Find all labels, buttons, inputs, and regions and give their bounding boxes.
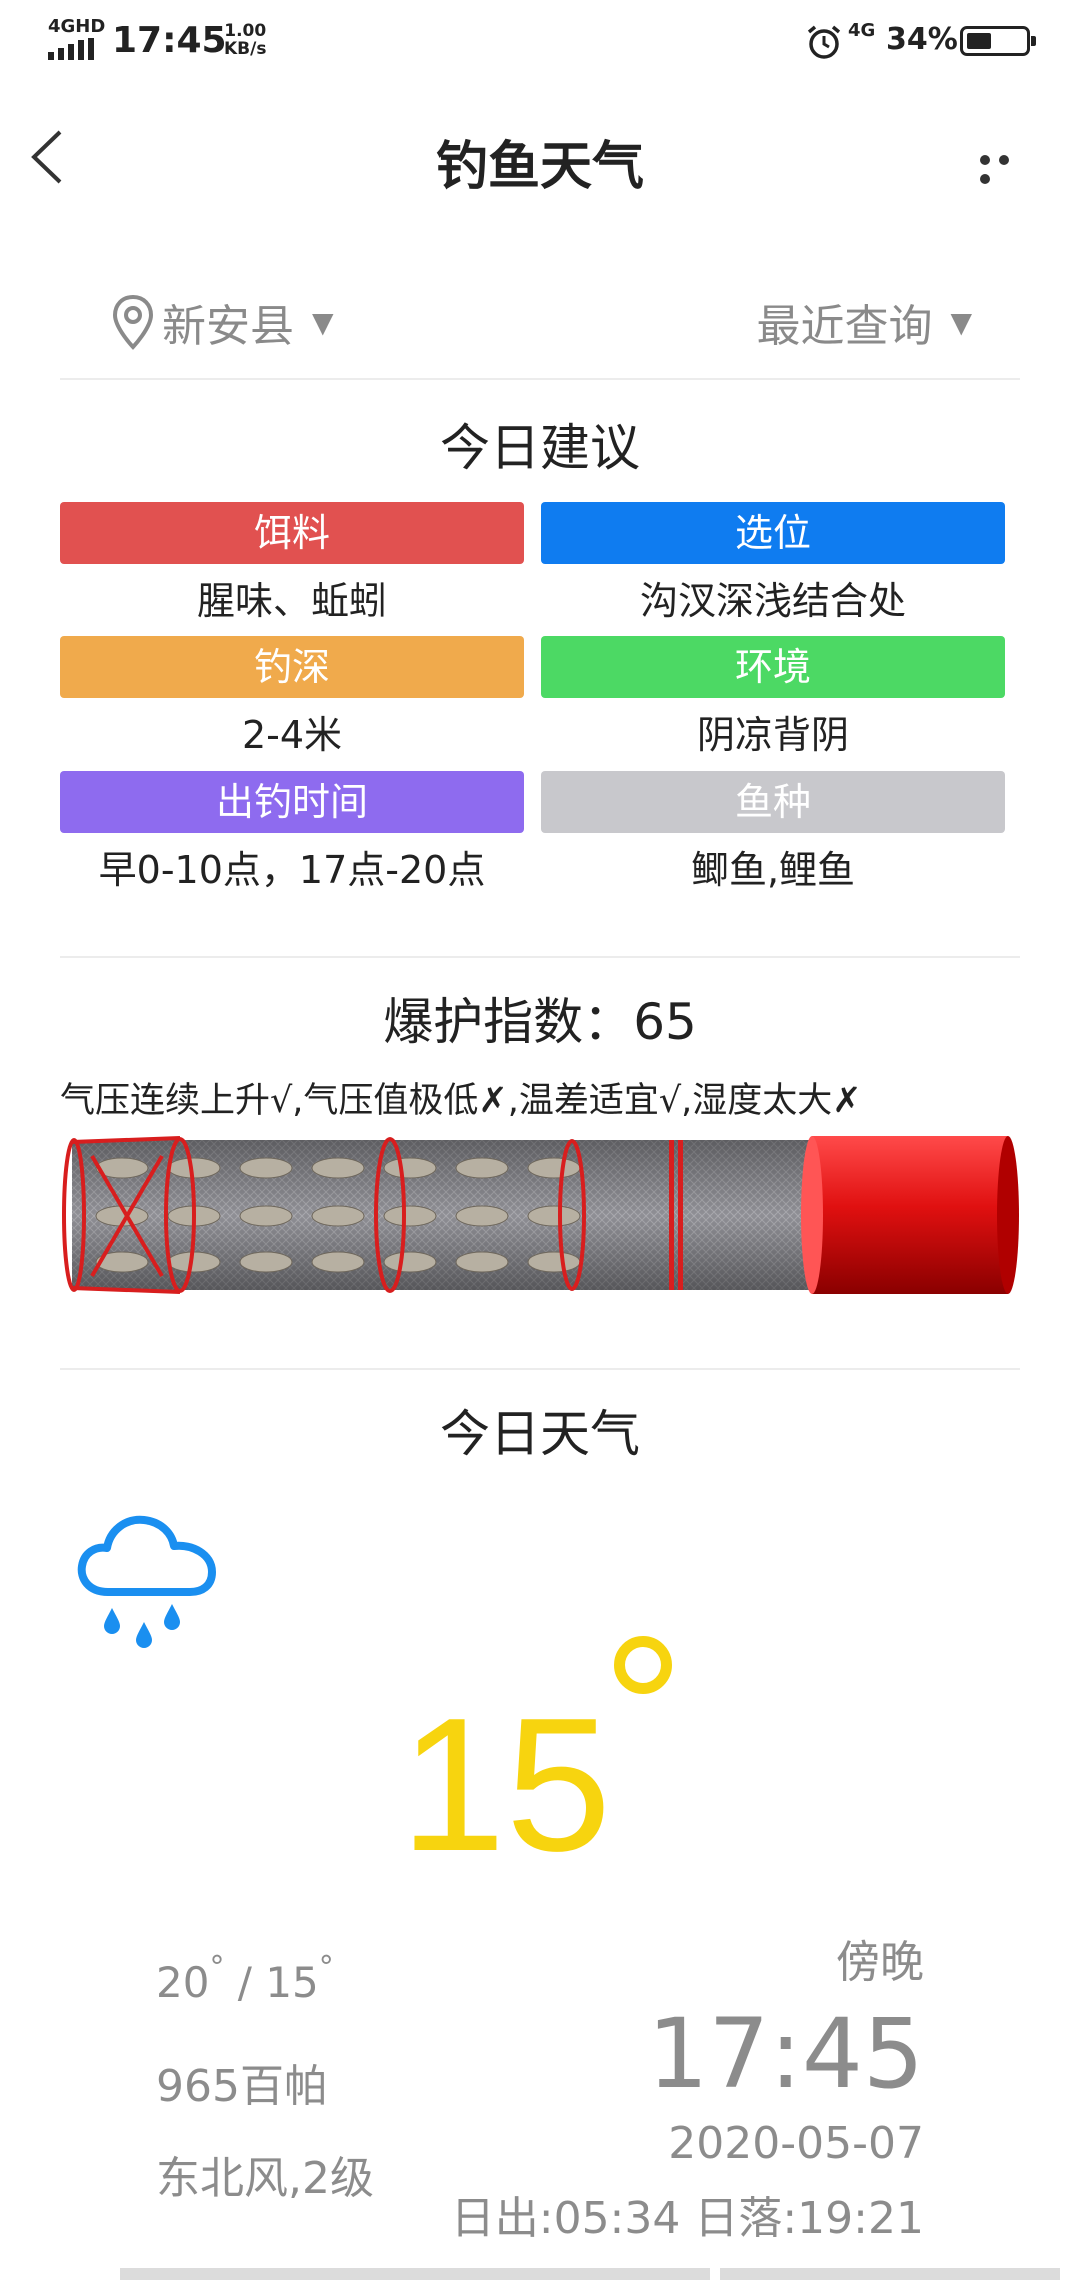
location-selector[interactable]: 新安县 ▼ <box>110 290 334 354</box>
temp-high: 20 <box>156 1958 210 2007</box>
wind: 东北风,2级 <box>156 2153 374 2204</box>
time-period: 傍晚 <box>836 1937 924 1988</box>
status-bar: 4GHD 17:45 1.00 KB/s 4G 34% <box>0 0 1080 84</box>
catch-index-value: 65 <box>633 993 697 1051</box>
bait-value: 腥味、蚯蚓 <box>196 579 387 623</box>
network-type: 4GHD <box>48 16 106 37</box>
speed-value: 1.00 <box>224 21 267 41</box>
fish-species-value: 鲫鱼,鲤鱼 <box>690 848 856 892</box>
location-city: 新安县 <box>162 301 294 352</box>
catch-index-label: 爆护指数： <box>383 993 634 1051</box>
depth-tag: 钓深 <box>60 636 524 698</box>
status-time: 17:45 <box>112 20 227 61</box>
network-speed: 1.00 KB/s <box>224 22 266 58</box>
page-title: 钓鱼天气 <box>435 137 644 197</box>
rain-cloud-icon <box>77 1515 216 1648</box>
temperature-range: 20° / 15° <box>156 1950 334 2007</box>
bait-tag: 饵料 <box>60 502 524 564</box>
catch-index-title: 爆护指数：65 <box>0 982 1080 1054</box>
depth-value: 2-4米 <box>241 713 343 757</box>
current-date: 2020-05-07 <box>668 2118 924 2169</box>
temp-separator: / <box>224 1958 266 2007</box>
fish-species-tag: 鱼种 <box>541 771 1005 833</box>
spot-value: 沟汊深浅结合处 <box>639 579 906 623</box>
temp-low: 15 <box>265 1958 319 2007</box>
conditions-text: 气压连续上升√,气压值极低✗,温差适宜√,湿度太大✗ <box>60 1081 862 1121</box>
more-options-icon[interactable] <box>980 150 1036 184</box>
divider <box>60 956 1020 958</box>
signal-icon <box>48 38 94 60</box>
chevron-down-icon: ▼ <box>312 305 334 339</box>
speed-unit: KB/s <box>224 39 267 59</box>
data-network: 4G <box>848 20 876 41</box>
advice-title: 今日建议 <box>440 419 640 477</box>
divider <box>60 378 1020 380</box>
degree-icon <box>614 1636 672 1694</box>
battery-percent: 34% <box>886 22 958 57</box>
recent-query-dropdown[interactable]: 最近查询 ▼ <box>756 290 972 354</box>
location-pin-icon <box>112 294 154 350</box>
degree-icon: ° <box>209 1950 225 1985</box>
spot-tag: 选位 <box>541 502 1005 564</box>
battery-icon <box>960 26 1036 56</box>
alarm-icon <box>807 25 841 59</box>
degree-icon: ° <box>318 1950 334 1985</box>
environment-value: 阴凉背阴 <box>696 713 849 757</box>
fishing-net-meter-icon <box>62 1136 1019 1294</box>
chevron-down-icon: ▼ <box>950 305 972 339</box>
recent-query-label: 最近查询 <box>756 301 933 352</box>
current-time: 17:45 <box>647 1998 924 2110</box>
divider <box>60 1368 1020 1370</box>
pressure: 965百帕 <box>156 2061 328 2112</box>
weather-title: 今日天气 <box>440 1405 640 1463</box>
fishing-time-tag: 出钓时间 <box>60 771 524 833</box>
current-temperature: 15 <box>400 1679 612 1891</box>
fishing-time-value: 早0-10点，17点-20点 <box>98 848 486 892</box>
environment-tag: 环境 <box>541 636 1005 698</box>
sunrise-sunset: 日出:05:34 日落:19:21 <box>450 2193 924 2244</box>
